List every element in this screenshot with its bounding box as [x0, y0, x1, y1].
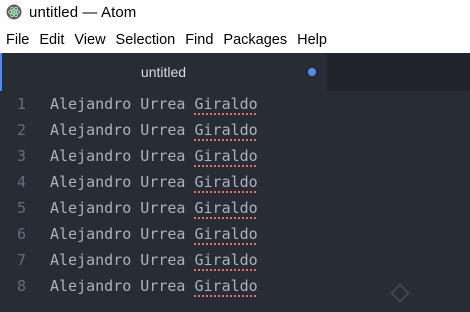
- tab-untitled[interactable]: untitled: [0, 53, 327, 91]
- line-number: 5: [16, 199, 26, 217]
- code-line[interactable]: Alejandro Urrea Giraldo: [50, 143, 470, 169]
- menu-file[interactable]: File: [0, 28, 34, 52]
- menu-help[interactable]: Help: [292, 28, 332, 52]
- code-line[interactable]: Alejandro Urrea Giraldo: [50, 117, 470, 143]
- line-text: Alejandro Urrea: [50, 121, 195, 139]
- line-text: Alejandro Urrea: [50, 147, 195, 165]
- line-text: Alejandro Urrea: [50, 277, 195, 295]
- modified-indicator-icon[interactable]: [308, 68, 316, 76]
- line-text: Alejandro Urrea: [50, 95, 195, 113]
- menu-edit[interactable]: Edit: [34, 28, 69, 52]
- line-number: 8: [16, 277, 26, 295]
- misspelled-word[interactable]: Giraldo: [195, 199, 258, 217]
- title-bar: untitled — Atom: [0, 0, 470, 24]
- misspelled-word[interactable]: Giraldo: [195, 121, 258, 139]
- line-number: 6: [16, 225, 26, 243]
- code-line[interactable]: Alejandro Urrea Giraldo: [50, 169, 470, 195]
- code-line[interactable]: Alejandro Urrea Giraldo: [50, 247, 470, 273]
- line-text: Alejandro Urrea: [50, 199, 195, 217]
- tab-bar: untitled: [0, 53, 470, 91]
- menu-view[interactable]: View: [69, 28, 110, 52]
- menu-packages[interactable]: Packages: [218, 28, 292, 52]
- code-line[interactable]: Alejandro Urrea Giraldo: [50, 91, 470, 117]
- line-text: Alejandro Urrea: [50, 173, 195, 191]
- atom-icon: [6, 4, 22, 20]
- misspelled-word[interactable]: Giraldo: [195, 147, 258, 165]
- line-text: Alejandro Urrea: [50, 225, 195, 243]
- menu-bar: File Edit View Selection Find Packages H…: [0, 28, 470, 52]
- code-line[interactable]: Alejandro Urrea Giraldo: [50, 195, 470, 221]
- misspelled-word[interactable]: Giraldo: [195, 173, 258, 191]
- line-text: Alejandro Urrea: [50, 251, 195, 269]
- menu-selection[interactable]: Selection: [111, 28, 181, 52]
- misspelled-word[interactable]: Giraldo: [195, 251, 258, 269]
- code-line[interactable]: Alejandro Urrea Giraldo: [50, 221, 470, 247]
- misspelled-word[interactable]: Giraldo: [195, 95, 258, 113]
- line-number: 1: [16, 95, 26, 113]
- watermark-icon: [390, 283, 410, 303]
- misspelled-word[interactable]: Giraldo: [195, 277, 258, 295]
- line-number: 2: [16, 121, 26, 139]
- menu-find[interactable]: Find: [180, 28, 218, 52]
- misspelled-word[interactable]: Giraldo: [195, 225, 258, 243]
- line-number: 4: [16, 173, 26, 191]
- line-number-gutter: 1 2 3 4 5 6 7 8: [0, 91, 40, 312]
- line-number: 3: [16, 147, 26, 165]
- text-editor[interactable]: 1 2 3 4 5 6 7 8 Alejandro Urrea Giraldo …: [0, 91, 470, 312]
- window-title: untitled — Atom: [29, 3, 137, 21]
- tab-title: untitled: [140, 64, 187, 80]
- line-number: 7: [16, 251, 26, 269]
